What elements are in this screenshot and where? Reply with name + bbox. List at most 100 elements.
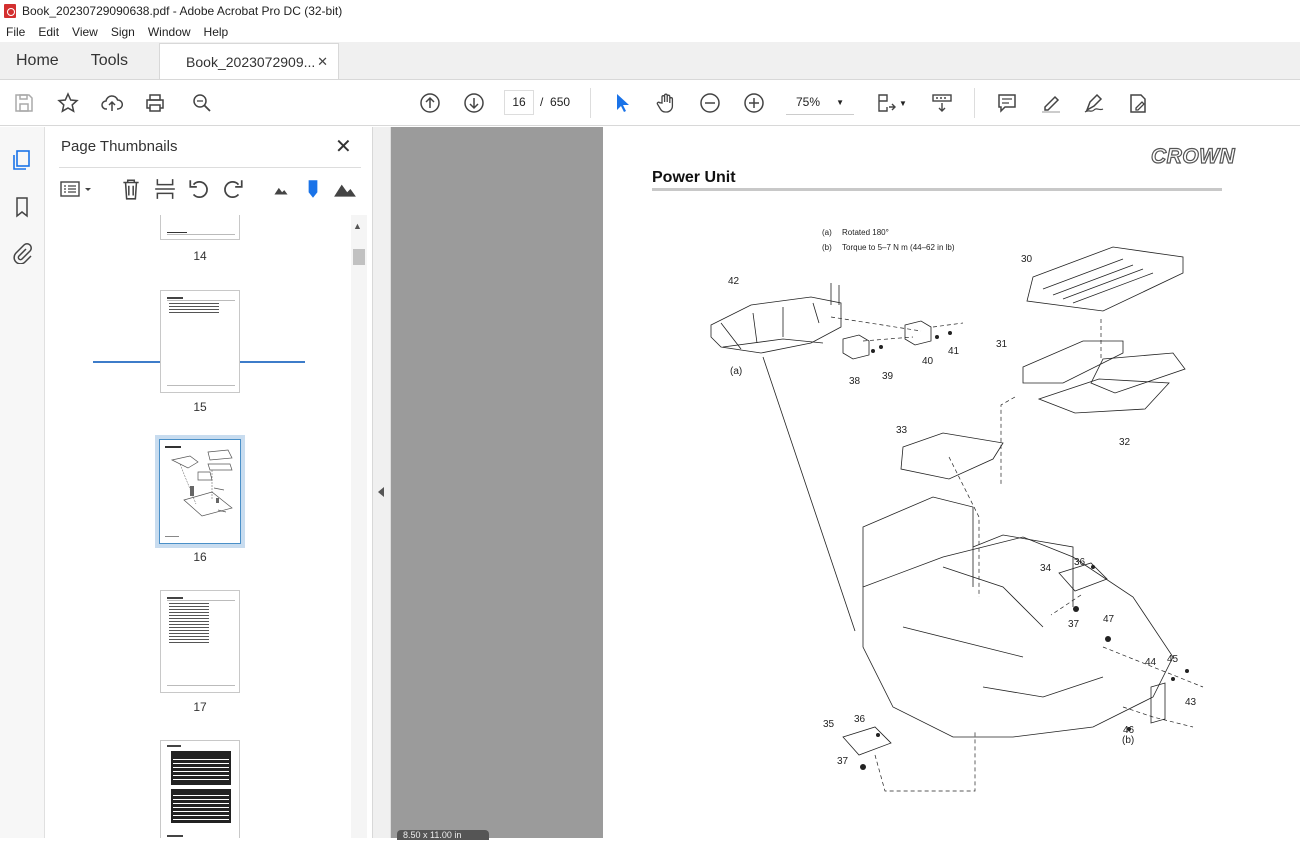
extract-page-icon[interactable] — [153, 177, 177, 201]
menu-bar: File Edit View Sign Window Help — [0, 22, 1300, 42]
tab-bar: Home Tools Book_2023072909... ✕ — [0, 42, 1300, 80]
tab-home[interactable]: Home — [0, 43, 75, 79]
page-number-input[interactable]: 16 — [504, 90, 534, 115]
fastener-dots — [860, 331, 1189, 770]
fit-dropdown-icon[interactable]: ▼ — [898, 91, 908, 115]
thumbnail-scrollbar[interactable] — [351, 215, 367, 838]
callout-labels: 42 (a) 38 39 40 41 30 31 32 33 34 36 37 … — [728, 254, 1197, 767]
callout-label: 36 — [854, 714, 866, 725]
main-area: Page Thumbnails ✕ 14 15 16 17 ▲ CROWN Po… — [0, 127, 1300, 840]
chevron-down-icon: ▼ — [836, 97, 844, 107]
title-bar: Book_20230729090638.pdf - Adobe Acrobat … — [0, 0, 1300, 22]
thumbnail-size-slider-icon[interactable] — [301, 177, 325, 201]
bracket-part — [710, 296, 842, 354]
select-cursor-icon[interactable] — [610, 91, 634, 115]
zoom-level-select[interactable]: 75% ▼ — [786, 90, 854, 115]
callout-label: 45 — [1167, 654, 1179, 665]
panel-collapse-strip[interactable] — [373, 127, 391, 838]
page-total: / 650 — [540, 95, 570, 109]
comment-icon[interactable] — [995, 91, 1019, 115]
thumbnail-scroll-thumb[interactable] — [353, 249, 365, 265]
panel-divider — [59, 167, 361, 168]
zoom-search-icon[interactable] — [190, 91, 214, 115]
fit-page-icon[interactable] — [875, 91, 899, 115]
thumbnail-options-icon[interactable] — [59, 177, 93, 201]
callout-label: 44 — [1145, 657, 1157, 668]
callout-label: (b) — [1122, 735, 1134, 746]
callout-label: 37 — [1068, 619, 1080, 630]
panel-close-icon[interactable]: ✕ — [335, 134, 352, 159]
thumbnail-label: 16 — [193, 550, 207, 564]
pdf-app-icon — [4, 4, 16, 18]
callout-label: 33 — [896, 425, 908, 436]
callout-label: 31 — [996, 339, 1008, 350]
callout-label: 34 — [1040, 563, 1052, 574]
callout-label: 36 — [1074, 557, 1086, 568]
highlight-pen-icon[interactable] — [1039, 91, 1063, 115]
callout-label: 41 — [948, 346, 960, 357]
fill-sign-icon[interactable] — [1126, 91, 1150, 115]
menu-window[interactable]: Window — [148, 25, 191, 39]
callout-label: 43 — [1185, 697, 1197, 708]
thumbnail-preview — [160, 440, 240, 543]
thumbnail-list: 14 15 16 17 — [45, 215, 351, 838]
page-size-indicator: 8.50 x 11.00 in — [397, 830, 489, 840]
upload-cloud-icon[interactable] — [100, 91, 124, 115]
thumbnail-page-selected[interactable] — [159, 439, 241, 544]
menu-help[interactable]: Help — [204, 25, 229, 39]
scroll-mode-icon[interactable] — [930, 91, 954, 115]
page-thumbnails-icon[interactable] — [11, 149, 33, 171]
total-pages: 650 — [550, 95, 571, 109]
page-separator: / — [540, 95, 544, 109]
menu-view[interactable]: View — [72, 25, 98, 39]
callout-label: (a) — [730, 366, 742, 377]
thumbnail-size-large-icon[interactable] — [333, 177, 357, 201]
menu-sign[interactable]: Sign — [111, 25, 135, 39]
thumbnail-label: 17 — [193, 700, 207, 714]
menu-file[interactable]: File — [6, 25, 25, 39]
rotate-right-icon[interactable] — [221, 177, 245, 201]
print-icon[interactable] — [143, 91, 167, 115]
menu-edit[interactable]: Edit — [38, 25, 59, 39]
callout-label: 37 — [837, 756, 849, 767]
delete-page-icon[interactable] — [119, 177, 143, 201]
hand-tool-icon[interactable] — [654, 91, 678, 115]
callout-label: 35 — [823, 719, 835, 730]
next-page-icon[interactable] — [462, 91, 486, 115]
tab-document[interactable]: Book_2023072909... ✕ — [159, 43, 340, 79]
panel-title: Page Thumbnails — [61, 138, 178, 155]
zoom-in-icon[interactable] — [742, 91, 766, 115]
toolbar-divider — [590, 88, 591, 118]
window-title: Book_20230729090638.pdf - Adobe Acrobat … — [22, 4, 343, 18]
page-thumbnails-panel: Page Thumbnails ✕ 14 15 16 17 ▲ — [45, 127, 373, 838]
callout-label: 38 — [849, 376, 861, 387]
toolbar-divider — [974, 88, 975, 118]
callout-label: 40 — [922, 356, 934, 367]
thumbnail-label: 14 — [193, 249, 207, 263]
tab-close-icon[interactable]: ✕ — [317, 54, 328, 70]
main-toolbar: 16 / 650 75% ▼ ▼ — [0, 80, 1300, 126]
zoom-out-icon[interactable] — [698, 91, 722, 115]
thumbnail-page[interactable] — [160, 290, 240, 393]
callout-label: 30 — [1021, 254, 1033, 265]
thumbnail-page[interactable] — [160, 215, 240, 240]
callout-label: 42 — [728, 276, 740, 287]
tab-tools[interactable]: Tools — [75, 43, 144, 79]
draw-sign-icon[interactable] — [1082, 91, 1106, 115]
exploded-parts-diagram: 42 (a) 38 39 40 41 30 31 32 33 34 36 37 … — [710, 246, 1204, 792]
bookmark-icon[interactable] — [11, 196, 33, 218]
document-viewer[interactable]: CROWN Power Unit (a) Rotated 180° (b) To… — [391, 127, 1300, 840]
rotate-left-icon[interactable] — [187, 177, 211, 201]
attachment-icon[interactable] — [11, 242, 33, 264]
save-icon[interactable] — [12, 91, 36, 115]
left-navigation-rail — [0, 127, 45, 838]
callout-label: 39 — [882, 371, 894, 382]
callout-label: 32 — [1119, 437, 1131, 448]
star-icon[interactable] — [56, 91, 80, 115]
thumbnail-page[interactable] — [160, 740, 240, 838]
previous-page-icon[interactable] — [418, 91, 442, 115]
thumbnail-page[interactable] — [160, 590, 240, 693]
scroll-up-arrow-icon[interactable]: ▲ — [353, 221, 362, 231]
collapse-arrow-icon[interactable] — [378, 487, 384, 497]
thumbnail-size-small-icon[interactable] — [269, 177, 293, 201]
